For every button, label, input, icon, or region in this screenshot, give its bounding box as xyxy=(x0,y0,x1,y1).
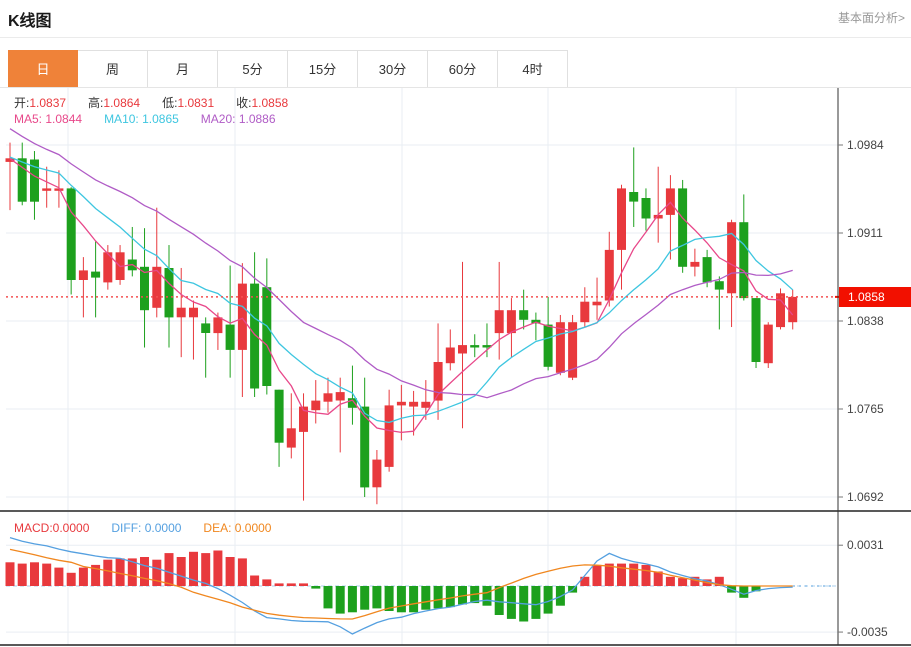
svg-text:1.0984: 1.0984 xyxy=(847,138,884,152)
ma10-readout: MA10: 1.0865 xyxy=(104,112,179,126)
open-readout: 开:1.0837 xyxy=(14,96,67,110)
high-readout: 高:1.0864 xyxy=(88,96,141,110)
svg-text:1.0692: 1.0692 xyxy=(847,490,884,504)
svg-text:1.0838: 1.0838 xyxy=(847,314,884,328)
ma20-readout: MA20: 1.0886 xyxy=(200,112,276,126)
diff-value: DIFF: 0.0000 xyxy=(111,521,182,535)
current-price-tag: 1.0858 xyxy=(839,287,911,307)
svg-text:1.0765: 1.0765 xyxy=(847,402,884,416)
macd-value: MACD:0.0000 xyxy=(14,521,90,535)
ohlc-readout: 开:1.0837 高:1.0864 低:1.0831 收:1.0858 xyxy=(14,94,310,111)
ma-readout: MA5: 1.0844 MA10: 1.0865 MA20: 1.0886 xyxy=(14,112,298,126)
svg-text:-0.0035: -0.0035 xyxy=(847,625,888,639)
dea-value: DEA: 0.0000 xyxy=(203,521,272,535)
svg-text:1.0911: 1.0911 xyxy=(847,226,883,240)
candles-layer xyxy=(5,142,798,505)
low-readout: 低:1.0831 xyxy=(162,96,215,110)
macd-readout: MACD:0.0000 DIFF: 0.0000 DEA: 0.0000 xyxy=(14,521,293,535)
svg-text:0.0031: 0.0031 xyxy=(847,538,884,552)
close-readout: 收:1.0858 xyxy=(236,96,289,110)
ma5-readout: MA5: 1.0844 xyxy=(14,112,83,126)
macd-layer xyxy=(5,536,838,635)
